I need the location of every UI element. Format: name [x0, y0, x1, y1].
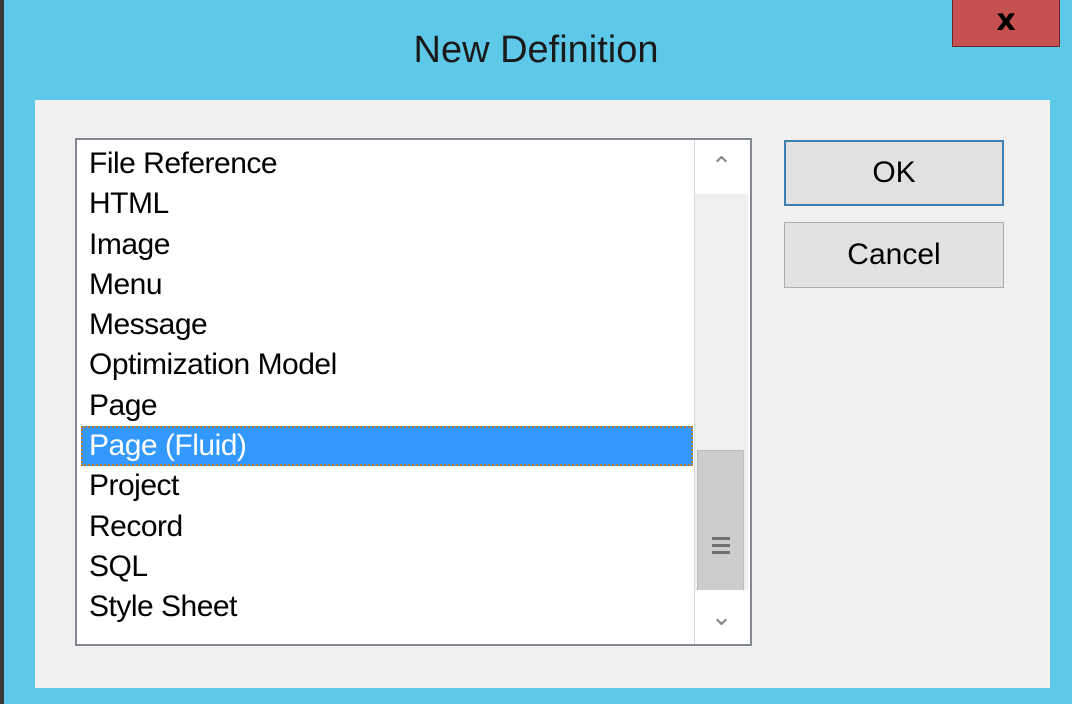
- close-icon: x: [996, 3, 1016, 38]
- cancel-button[interactable]: Cancel: [784, 222, 1004, 288]
- list-item[interactable]: HTML: [81, 184, 693, 224]
- list-item[interactable]: File Reference: [81, 144, 693, 184]
- chevron-down-icon: ⌄: [710, 602, 733, 632]
- list-item[interactable]: Style Sheet: [81, 587, 693, 627]
- list-item[interactable]: SQL: [81, 547, 693, 587]
- vertical-scrollbar[interactable]: ⌃ ⌄: [694, 140, 748, 644]
- scroll-down-button[interactable]: ⌄: [695, 590, 748, 644]
- dialog-title: New Definition: [413, 29, 659, 71]
- definition-type-listbox[interactable]: File Reference HTML Image Menu Message O…: [75, 138, 752, 646]
- scroll-up-button[interactable]: ⌃: [695, 140, 748, 194]
- list-item[interactable]: Optimization Model: [81, 345, 693, 385]
- scroll-track[interactable]: [695, 194, 748, 640]
- list-item[interactable]: Message: [81, 305, 693, 345]
- dialog-window: New Definition x File Reference HTML Ima…: [0, 0, 1072, 704]
- ok-button[interactable]: OK: [784, 140, 1004, 206]
- list-item[interactable]: Record: [81, 507, 693, 547]
- listbox-items: File Reference HTML Image Menu Message O…: [81, 144, 693, 628]
- list-item-selected[interactable]: Page (Fluid): [81, 426, 693, 467]
- grip-icon: [711, 536, 730, 554]
- list-item[interactable]: Project: [81, 466, 693, 506]
- list-item[interactable]: Menu: [81, 265, 693, 305]
- chevron-up-icon: ⌃: [710, 152, 733, 182]
- close-button[interactable]: x: [952, 0, 1060, 47]
- list-item[interactable]: Page: [81, 386, 693, 426]
- list-item[interactable]: Image: [81, 225, 693, 265]
